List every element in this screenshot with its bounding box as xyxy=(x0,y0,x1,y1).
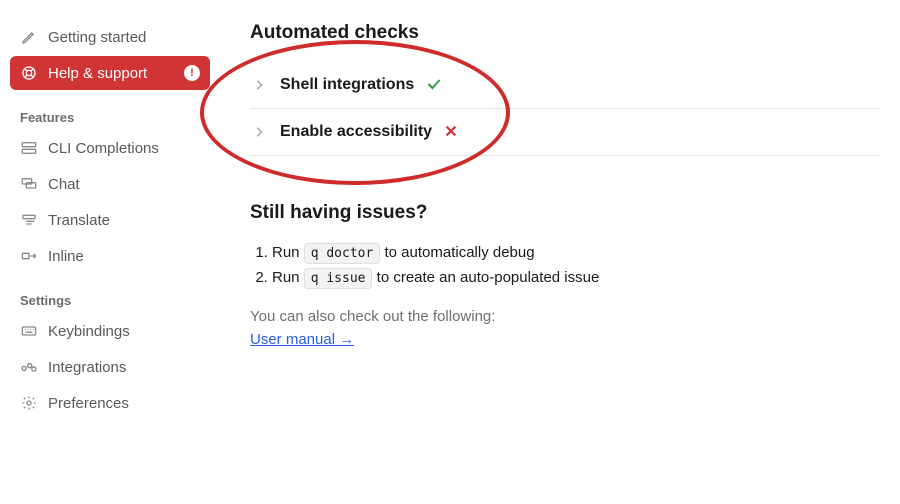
sidebar: Getting started Help & support ! Feature… xyxy=(0,0,220,504)
chat-icon xyxy=(20,175,38,193)
chevron-right-icon xyxy=(254,79,268,91)
step-1: Run q doctor to automatically debug xyxy=(272,240,880,265)
sidebar-item-getting-started[interactable]: Getting started xyxy=(10,20,210,54)
sidebar-item-label: CLI Completions xyxy=(48,140,159,157)
user-manual-link[interactable]: User manual → xyxy=(250,331,354,348)
sidebar-item-label: Integrations xyxy=(48,359,126,376)
keybindings-icon xyxy=(20,322,38,340)
check-fail-icon xyxy=(444,124,460,140)
sidebar-item-help-support[interactable]: Help & support ! xyxy=(10,56,210,90)
section-header-settings: Settings xyxy=(10,275,210,314)
code-q-doctor: q doctor xyxy=(304,243,381,264)
integrations-icon xyxy=(20,358,38,376)
sidebar-item-label: Getting started xyxy=(48,29,146,46)
sidebar-item-label: Help & support xyxy=(48,65,147,82)
lifebuoy-icon xyxy=(20,64,38,82)
also-check-text: You can also check out the following: xyxy=(250,308,880,325)
code-q-issue: q issue xyxy=(304,268,373,289)
sidebar-item-label: Chat xyxy=(48,176,80,193)
sidebar-item-translate[interactable]: Translate xyxy=(10,203,210,237)
sidebar-item-keybindings[interactable]: Keybindings xyxy=(10,314,210,348)
sidebar-item-chat[interactable]: Chat xyxy=(10,167,210,201)
gear-icon xyxy=(20,394,38,412)
still-having-issues-title: Still having issues? xyxy=(250,202,880,224)
sidebar-item-label: Keybindings xyxy=(48,323,130,340)
automated-checks-title: Automated checks xyxy=(250,22,880,44)
chevron-right-icon xyxy=(254,126,268,138)
section-header-features: Features xyxy=(10,92,210,131)
sidebar-item-label: Translate xyxy=(48,212,110,229)
translate-icon xyxy=(20,211,38,229)
sidebar-item-label: Preferences xyxy=(48,395,129,412)
sidebar-item-integrations[interactable]: Integrations xyxy=(10,350,210,384)
sidebar-item-label: Inline xyxy=(48,248,84,265)
inline-icon xyxy=(20,247,38,265)
alert-badge: ! xyxy=(184,65,200,81)
check-row-enable-accessibility[interactable]: Enable accessibility xyxy=(250,109,880,156)
troubleshoot-steps: Run q doctor to automatically debug Run … xyxy=(250,240,880,290)
step-2: Run q issue to create an auto-populated … xyxy=(272,265,880,290)
check-label: Shell integrations xyxy=(280,76,414,94)
cli-icon xyxy=(20,139,38,157)
check-row-shell-integrations[interactable]: Shell integrations xyxy=(250,62,880,109)
sidebar-item-inline[interactable]: Inline xyxy=(10,239,210,273)
sidebar-item-cli-completions[interactable]: CLI Completions xyxy=(10,131,210,165)
main-panel: Automated checks Shell integrations Enab… xyxy=(220,0,900,504)
pencil-icon xyxy=(20,28,38,46)
sidebar-item-preferences[interactable]: Preferences xyxy=(10,386,210,420)
check-label: Enable accessibility xyxy=(280,123,432,141)
check-ok-icon xyxy=(426,77,442,93)
